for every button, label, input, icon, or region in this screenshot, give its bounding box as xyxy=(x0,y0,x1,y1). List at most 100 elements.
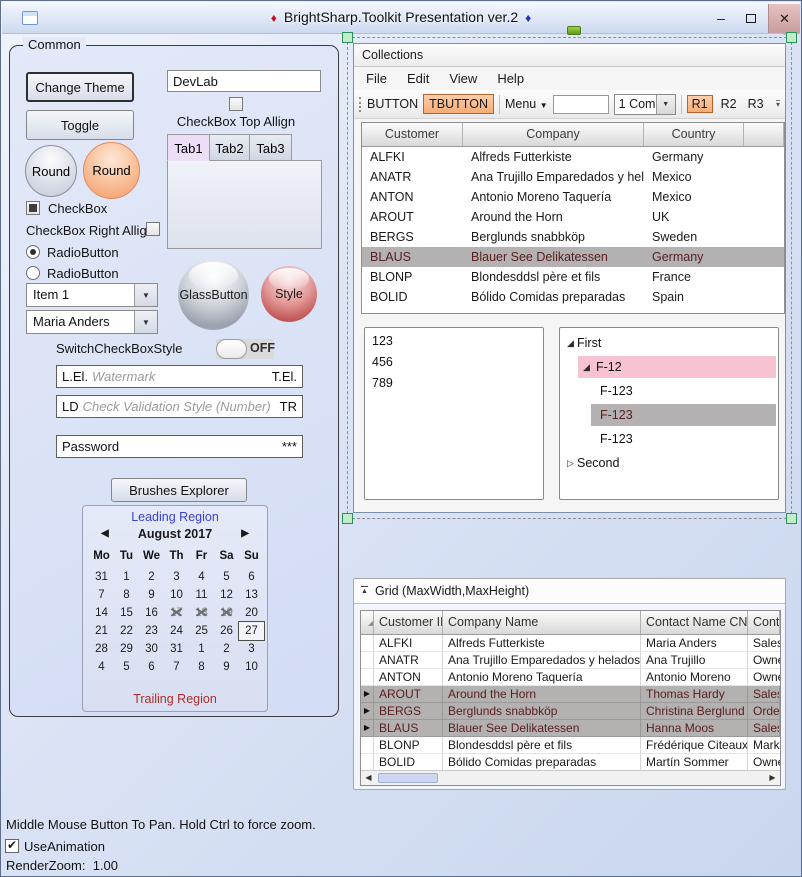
calendar-day[interactable]: 10 xyxy=(239,658,264,676)
table-row[interactable]: ANTONAntonio Moreno TaqueríaMexico xyxy=(362,187,784,207)
calendar-day[interactable]: 2 xyxy=(139,568,164,586)
toolbar-overflow-icon[interactable]: ▾ xyxy=(776,100,780,108)
column-header-contact-name[interactable]: Contact Name CN xyxy=(641,611,748,634)
calendar-day[interactable]: 5 xyxy=(214,568,239,586)
tab-tab1[interactable]: Tab1 xyxy=(167,134,210,161)
calendar-day[interactable]: 28 xyxy=(89,640,114,658)
calendar-day[interactable]: 31 xyxy=(164,640,189,658)
row-selector[interactable]: ▶ xyxy=(361,703,374,719)
row-selector[interactable] xyxy=(361,754,374,770)
table-row[interactable]: ANATRAna Trujillo Emparedados y heladosA… xyxy=(361,652,780,669)
minimize-button[interactable]: – xyxy=(708,5,734,32)
calendar-day[interactable]: 1 xyxy=(189,640,214,658)
calendar-day[interactable]: 15 xyxy=(114,604,139,622)
toolbar-radio-r3[interactable]: R3 xyxy=(745,96,767,112)
round-button-gray[interactable]: Round xyxy=(25,145,77,197)
tree-item[interactable]: ◢F-12 xyxy=(578,356,776,378)
use-animation-checkbox[interactable] xyxy=(5,839,19,853)
toggle-button[interactable]: Toggle xyxy=(26,110,134,140)
combobox-arrow-icon[interactable]: ▼ xyxy=(134,311,157,333)
tab-tab3[interactable]: Tab3 xyxy=(249,134,292,161)
calendar-day[interactable]: 26 xyxy=(214,622,239,640)
tree-expanded-icon[interactable]: ◢ xyxy=(567,332,574,354)
column-header-country[interactable]: Country xyxy=(644,123,744,146)
calendar-next-icon[interactable]: ▶ xyxy=(241,528,249,539)
switch-toggle[interactable]: OFF xyxy=(216,339,274,359)
row-selector[interactable] xyxy=(361,737,374,753)
password-box[interactable]: Password *** xyxy=(56,435,303,458)
toolbar-grip-icon[interactable] xyxy=(359,97,361,112)
calendar-day[interactable]: 7 xyxy=(89,586,114,604)
treeview[interactable]: ◢First◢F-12F-123F-123F-123▷Second xyxy=(559,327,779,500)
toolbar-toggle-button[interactable]: TBUTTON xyxy=(423,94,494,114)
devlab-textbox[interactable] xyxy=(167,70,321,92)
calendar-day[interactable]: 30 xyxy=(139,640,164,658)
calendar-day[interactable]: 13 xyxy=(239,586,264,604)
listbox[interactable]: 123456789 xyxy=(364,327,544,500)
calendar-day[interactable]: 6 xyxy=(239,568,264,586)
table-row[interactable]: ▶BLAUSBlauer See DelikatessenHanna MoosS… xyxy=(361,720,780,737)
tree-item[interactable]: F-123 xyxy=(591,404,776,426)
table-row[interactable]: ANTONAntonio Moreno TaqueríaAntonio More… xyxy=(361,669,780,686)
calendar-day[interactable]: 3 xyxy=(239,640,264,658)
calendar-day[interactable]: 10 xyxy=(164,586,189,604)
radiobutton-2[interactable] xyxy=(26,266,40,280)
toolbar-radio-r2[interactable]: R2 xyxy=(718,96,740,112)
calendar-day[interactable]: 1 xyxy=(114,568,139,586)
brushes-explorer-button[interactable]: Brushes Explorer xyxy=(111,478,247,502)
tree-item[interactable]: ◢First xyxy=(562,332,776,354)
calendar-day[interactable]: 27 xyxy=(239,622,264,640)
row-selector[interactable]: ▶ xyxy=(361,720,374,736)
calendar-day[interactable]: 22 xyxy=(114,622,139,640)
calendar-day[interactable]: 6 xyxy=(139,658,164,676)
round-button-orange[interactable]: Round xyxy=(83,142,140,199)
resize-handle[interactable] xyxy=(786,513,797,524)
table-row[interactable]: ALFKIAlfreds FutterkisteMaria AndersSale… xyxy=(361,635,780,652)
table-row[interactable]: BLAUSBlauer See DelikatessenGermany xyxy=(362,247,784,267)
calendar-day[interactable]: 8 xyxy=(114,586,139,604)
calendar-header[interactable]: ◀ August 2017 ▶ xyxy=(83,527,267,543)
toolbar-radio-r1[interactable]: R1 xyxy=(687,95,713,113)
row-selector[interactable]: ▶ xyxy=(361,686,374,702)
table-row[interactable]: BLONPBlondesddsl père et filsFrédérique … xyxy=(361,737,780,754)
table-row[interactable]: BOLIDBólido Comidas preparadasMartín Som… xyxy=(361,754,780,771)
checkbox-top-align[interactable] xyxy=(229,97,243,111)
collapse-icon[interactable]: ▲ xyxy=(361,586,368,596)
combobox-item1[interactable]: Item 1 ▼ xyxy=(26,283,158,307)
row-selector[interactable] xyxy=(361,669,374,685)
column-header-customer-id[interactable]: Customer ID xyxy=(374,611,443,634)
calendar-day[interactable]: 23 xyxy=(139,622,164,640)
menu-edit[interactable]: Edit xyxy=(397,71,439,86)
tree-expanded-icon[interactable]: ◢ xyxy=(583,356,590,378)
column-header-contact-title[interactable]: Cont xyxy=(748,611,780,634)
calendar-month-title[interactable]: August 2017 xyxy=(138,527,212,541)
table-row[interactable]: ▶BERGSBerglunds snabbköpChristina Berglu… xyxy=(361,703,780,720)
calendar-day[interactable]: 3 xyxy=(164,568,189,586)
calendar-day[interactable]: 8 xyxy=(189,658,214,676)
menu-view[interactable]: View xyxy=(439,71,487,86)
resize-handle[interactable] xyxy=(342,513,353,524)
change-theme-button[interactable]: Change Theme xyxy=(26,72,134,102)
toolbar-menu-button[interactable]: Menu ▼ xyxy=(505,97,548,111)
select-all-corner[interactable]: ◢ xyxy=(361,611,374,634)
calendar-day[interactable]: 19 xyxy=(214,604,239,622)
toolbar-textbox[interactable] xyxy=(553,95,609,114)
validation-textbox[interactable]: LD Check Validation Style (Number) TR xyxy=(56,395,303,418)
calendar-day[interactable]: 9 xyxy=(214,658,239,676)
combobox-arrow-icon[interactable]: ▼ xyxy=(134,284,157,306)
calendar-day[interactable]: 29 xyxy=(114,640,139,658)
table-row[interactable]: BOLIDBólido Comidas preparadasSpain xyxy=(362,287,784,307)
tree-item[interactable]: ▷Second xyxy=(562,452,776,474)
calendar-day[interactable]: 25 xyxy=(189,622,214,640)
table-row[interactable]: BLONPBlondesddsl père et filsFrance xyxy=(362,267,784,287)
combobox-maria-anders[interactable]: Maria Anders ▼ xyxy=(26,310,158,334)
list-item[interactable]: 123 xyxy=(365,331,543,352)
calendar-day[interactable]: 20 xyxy=(239,604,264,622)
table-row[interactable]: ▶AROUTAround the HornThomas HardySales xyxy=(361,686,780,703)
table-row[interactable]: ALFKIAlfreds FutterkisteGermany xyxy=(362,147,784,167)
scroll-right-icon[interactable]: ▶ xyxy=(765,771,780,785)
column-header-company-name[interactable]: Company Name xyxy=(443,611,641,634)
watermark-textbox[interactable]: L.El. Watermark T.El. xyxy=(56,365,303,388)
calendar-day[interactable]: 24 xyxy=(164,622,189,640)
table-row[interactable]: AROUTAround the HornUK xyxy=(362,207,784,227)
